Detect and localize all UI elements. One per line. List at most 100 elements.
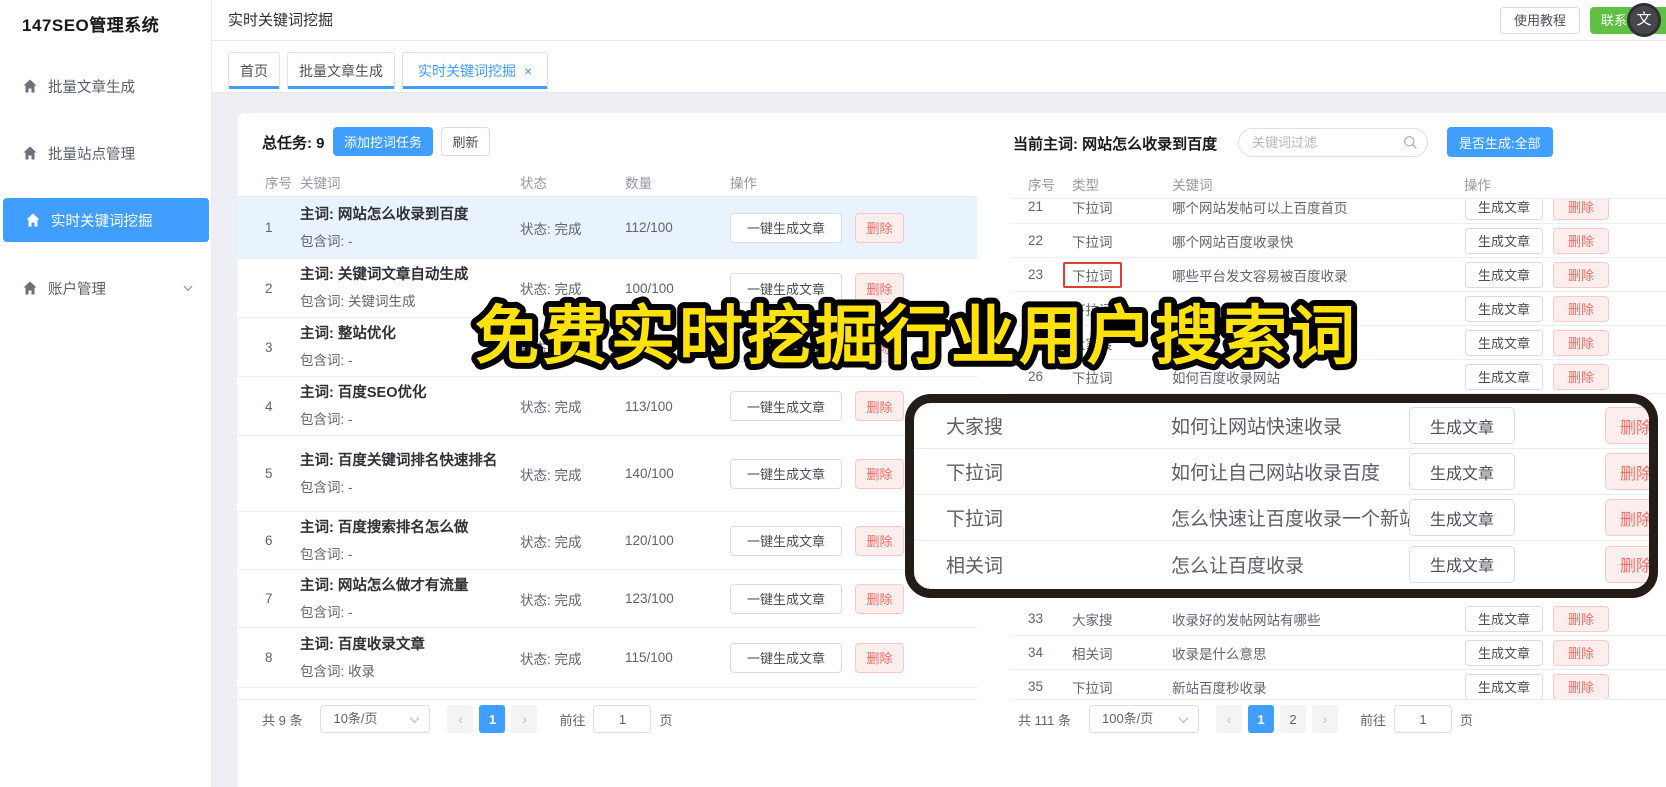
table-row[interactable]: 35 下拉词 新站百度秒收录 生成文章 删除	[1010, 670, 1666, 699]
table-row[interactable]: 33 大家搜 收录好的发帖网站有哪些 生成文章 删除	[1010, 602, 1666, 636]
table-row[interactable]: 1 主词: 网站怎么收录到百度 包含词: - 状态: 完成 112/100 一键…	[237, 197, 977, 259]
delete-button[interactable]: 删除	[1553, 261, 1609, 288]
table-row[interactable]: 7 主词: 网站怎么做才有流量 包含词: - 状态: 完成 123/100 一键…	[237, 570, 977, 628]
generate-article-button[interactable]: 生成文章	[1465, 199, 1543, 220]
task-include: 包含词: -	[300, 353, 353, 368]
generate-article-button[interactable]: 一键生成文章	[730, 525, 842, 556]
tab-batch-articles[interactable]: 批量文章生成	[287, 52, 395, 89]
table-row[interactable]: 34 相关词 收录是什么意思 生成文章 删除	[1010, 636, 1666, 670]
prev-page-button[interactable]: ‹	[1215, 705, 1242, 733]
inset-row[interactable]: 相关词 怎么让百度收录 生成文章 删除	[914, 541, 1649, 587]
table-row[interactable]: 4 主词: 百度SEO优化 包含词: - 状态: 完成 113/100 一键生成…	[237, 377, 977, 436]
column-header: 关键词	[300, 176, 341, 191]
generate-article-button[interactable]: 一键生成文章	[730, 212, 842, 243]
keyword-text: 收录是什么意思	[1172, 646, 1267, 662]
table-row[interactable]: 25 大家搜 生成文章 删除	[1010, 326, 1666, 360]
generate-article-button[interactable]: 生成文章	[1409, 453, 1515, 490]
goto-page-input[interactable]	[1394, 705, 1452, 733]
inset-row[interactable]: 下拉词 怎么快速让百度收录一个新站 生成文章 删除	[914, 495, 1649, 541]
generate-article-button[interactable]: 一键生成文章	[730, 583, 842, 614]
goto-page-input[interactable]	[593, 705, 652, 733]
generate-article-button[interactable]: 一键生成文章	[730, 391, 842, 421]
generate-article-button[interactable]: 生成文章	[1465, 295, 1543, 322]
delete-button[interactable]: 删除	[1553, 363, 1609, 390]
delete-button[interactable]: 删除	[1553, 639, 1609, 666]
prev-page-button[interactable]: ‹	[447, 705, 474, 733]
table-row[interactable]: 3 主词: 整站优化 包含词: - 状态: 完成 一键生成文章 删除	[237, 318, 977, 377]
generate-article-button[interactable]: 生成文章	[1409, 407, 1515, 444]
generate-article-button[interactable]: 生成文章	[1409, 545, 1515, 583]
inset-row[interactable]: 大家搜 如何让网站快速收录 生成文章 删除	[914, 403, 1649, 449]
close-icon[interactable]: ×	[524, 63, 532, 79]
keyword-no: 26	[1028, 369, 1044, 384]
generate-article-button[interactable]: 生成文章	[1465, 329, 1543, 356]
delete-button[interactable]: 删除	[855, 583, 904, 614]
generate-article-button[interactable]: 生成文章	[1465, 227, 1543, 254]
delete-button[interactable]: 删除	[1553, 295, 1609, 322]
table-row[interactable]: 2 主词: 关键词文章自动生成 包含词: 关键词生成 状态: 完成 100/10…	[237, 259, 977, 318]
page-size-select[interactable]: 10条/页	[320, 705, 431, 733]
tab-keyword-mining[interactable]: 实时关键词挖掘 ×	[402, 52, 549, 89]
task-include: 包含词: 关键词生成	[300, 294, 416, 309]
delete-button[interactable]: 删除	[855, 458, 904, 489]
page-number-1[interactable]: 1	[479, 705, 506, 733]
sidebar-item-batch-articles[interactable]: 批量文章生成	[0, 64, 212, 108]
table-row[interactable]: 8 主词: 百度收录文章 包含词: 收录 状态: 完成 115/100 一键生成…	[237, 628, 977, 688]
table-row[interactable]: 23 下拉词 哪些平台发文容易被百度收录 生成文章 删除	[1010, 258, 1666, 292]
delete-button[interactable]: 删除	[1605, 499, 1649, 536]
table-row[interactable]: 21 下拉词 哪个网站发帖可以上百度首页 生成文章 删除	[1010, 199, 1666, 224]
keyword-type: 下拉词	[946, 463, 1004, 484]
tab-home[interactable]: 首页	[228, 52, 280, 89]
delete-button[interactable]: 删除	[1605, 545, 1649, 583]
page-number-1[interactable]: 1	[1247, 705, 1274, 733]
keyword-no: 22	[1028, 233, 1044, 248]
contact-badge-icon[interactable]: 文	[1627, 3, 1661, 37]
generate-article-button[interactable]: 一键生成文章	[730, 332, 842, 362]
table-row[interactable]: 22 下拉词 哪个网站百度收录快 生成文章 删除	[1010, 224, 1666, 258]
generate-article-button[interactable]: 一键生成文章	[730, 642, 842, 673]
generate-article-button[interactable]: 生成文章	[1409, 499, 1515, 536]
generate-article-button[interactable]: 生成文章	[1465, 673, 1543, 699]
delete-button[interactable]: 删除	[1553, 227, 1609, 254]
delete-button[interactable]: 删除	[1553, 329, 1609, 356]
generate-article-button[interactable]: 一键生成文章	[730, 458, 842, 489]
app-title: 147SEO管理系统	[22, 16, 160, 35]
generate-all-button[interactable]: 是否生成:全部	[1447, 127, 1553, 157]
generate-article-button[interactable]: 一键生成文章	[730, 273, 842, 303]
task-count: 123/100	[625, 591, 674, 606]
page-size-select[interactable]: 100条/页	[1088, 705, 1199, 733]
delete-button[interactable]: 删除	[855, 212, 904, 243]
delete-button[interactable]: 删除	[855, 391, 904, 421]
delete-button[interactable]: 删除	[1553, 605, 1609, 632]
keyword-type: 相关词	[946, 555, 1004, 577]
sidebar-item-account[interactable]: 账户管理	[0, 266, 212, 310]
delete-button[interactable]: 删除	[1605, 453, 1649, 490]
generate-article-button[interactable]: 生成文章	[1465, 363, 1543, 390]
delete-button[interactable]: 删除	[1553, 673, 1609, 699]
page-number-2[interactable]: 2	[1279, 705, 1306, 733]
generate-article-button[interactable]: 生成文章	[1465, 639, 1543, 666]
add-task-button[interactable]: 添加挖词任务	[333, 127, 433, 156]
keyword-filter-input[interactable]	[1238, 128, 1428, 157]
next-page-button[interactable]: ›	[511, 705, 538, 733]
task-include: 包含词: -	[300, 604, 353, 620]
table-row[interactable]: 5 主词: 百度关键词排名快速排名 包含词: - 状态: 完成 140/100 …	[237, 436, 977, 512]
refresh-button[interactable]: 刷新	[441, 127, 490, 156]
inset-row[interactable]: 下拉词 如何让自己网站收录百度 生成文章 删除	[914, 449, 1649, 495]
table-row[interactable]: 26 下拉词 如何百度收录网站 生成文章 删除	[1010, 360, 1666, 394]
table-row[interactable]: 6 主词: 百度搜索排名怎么做 包含词: - 状态: 完成 120/100 一键…	[237, 512, 977, 570]
sidebar-item-batch-sites[interactable]: 批量站点管理	[0, 131, 212, 175]
delete-button[interactable]: 删除	[855, 332, 904, 362]
next-page-button[interactable]: ›	[1311, 705, 1338, 733]
sidebar-item-keyword-mining[interactable]: 实时关键词挖掘	[3, 198, 209, 242]
generate-article-button[interactable]: 生成文章	[1465, 261, 1543, 288]
page-unit-label: 页	[659, 712, 673, 728]
delete-button[interactable]: 删除	[855, 525, 904, 556]
tutorial-button[interactable]: 使用教程	[1500, 7, 1580, 34]
delete-button[interactable]: 删除	[855, 642, 904, 673]
generate-article-button[interactable]: 生成文章	[1465, 605, 1543, 632]
table-row[interactable]: 24 下拉词 生成文章 删除	[1010, 292, 1666, 326]
delete-button[interactable]: 删除	[1553, 199, 1609, 220]
delete-button[interactable]: 删除	[1605, 407, 1649, 444]
delete-button[interactable]: 删除	[855, 273, 904, 303]
